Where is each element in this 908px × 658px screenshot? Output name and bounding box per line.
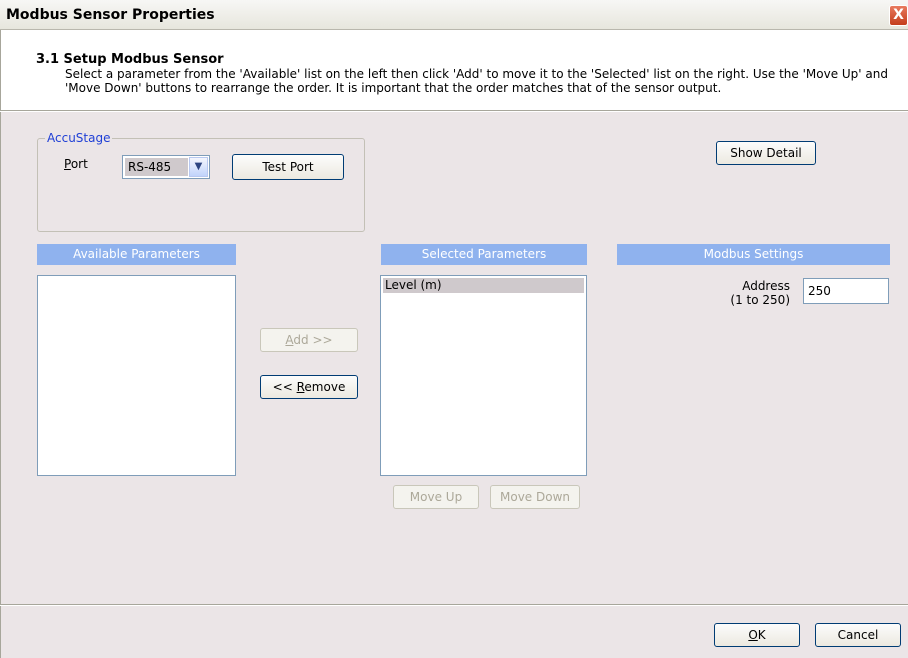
chevron-down-icon[interactable]: ▼ (189, 157, 208, 177)
cancel-button[interactable]: Cancel (815, 623, 901, 647)
list-item[interactable]: Level (m) (383, 278, 584, 293)
wizard-header: 3.1 Setup Modbus Sensor Select a paramet… (0, 30, 908, 110)
test-port-button[interactable]: Test Port (232, 154, 344, 180)
selected-parameters-list[interactable]: Level (m) (380, 275, 587, 476)
remove-button[interactable]: << Remove (260, 375, 358, 399)
page-title: 3.1 Setup Modbus Sensor (36, 52, 224, 67)
available-parameters-header: Available Parameters (37, 244, 236, 265)
port-select[interactable]: RS-485 ▼ (122, 155, 210, 179)
port-label: Port (64, 157, 88, 171)
move-down-button[interactable]: Move Down (490, 485, 580, 509)
title-bar: Modbus Sensor Properties X (0, 0, 908, 30)
port-select-value: RS-485 (125, 158, 188, 176)
close-button[interactable]: X (889, 5, 908, 26)
address-range-label: (1 to 250) (730, 293, 790, 307)
address-input[interactable]: 250 (803, 278, 889, 304)
ok-button[interactable]: OK (714, 623, 800, 647)
accustage-group-title: AccuStage (45, 131, 113, 145)
address-label: Address (742, 279, 790, 293)
available-parameters-list[interactable] (37, 275, 236, 476)
close-icon: X (893, 7, 904, 23)
page-description: Select a parameter from the 'Available' … (65, 67, 888, 95)
add-button[interactable]: Add >> (260, 328, 358, 352)
show-detail-button[interactable]: Show Detail (716, 141, 816, 165)
modbus-settings-header: Modbus Settings (617, 244, 890, 265)
accustage-group (37, 138, 365, 232)
window-title: Modbus Sensor Properties (6, 7, 215, 23)
move-up-button[interactable]: Move Up (393, 485, 479, 509)
footer-divider (0, 604, 908, 606)
selected-parameters-header: Selected Parameters (381, 244, 587, 265)
